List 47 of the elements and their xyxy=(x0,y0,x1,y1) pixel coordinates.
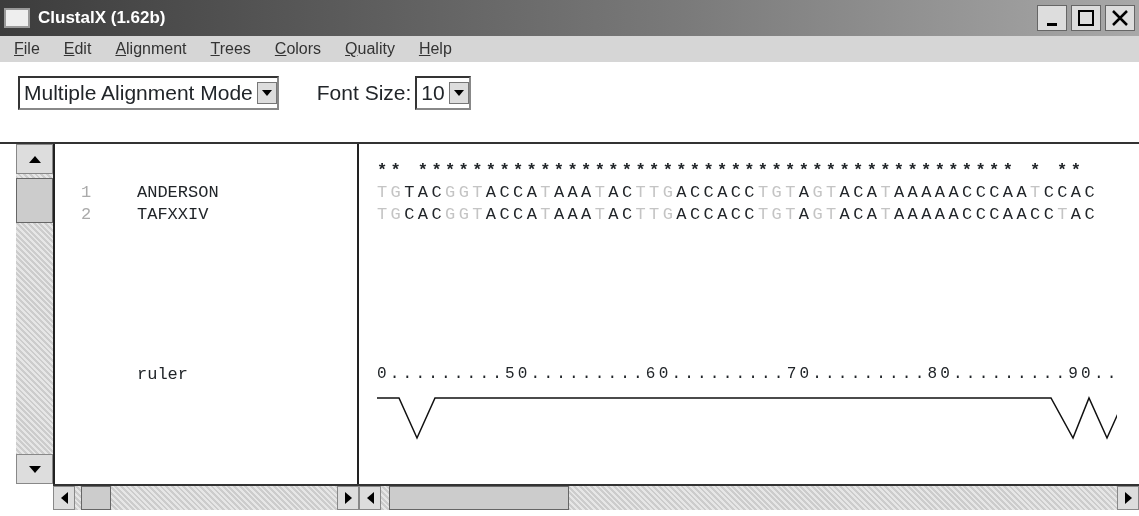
vertical-scrollbar[interactable] xyxy=(16,144,53,484)
left-arrow-icon xyxy=(366,492,374,504)
window-title: ClustalX (1.62b) xyxy=(38,7,166,30)
maximize-button[interactable] xyxy=(1071,5,1101,31)
up-arrow-icon xyxy=(28,155,41,163)
row-number: 2 xyxy=(80,204,93,224)
row-number: 1 xyxy=(80,182,93,202)
scroll-left-button[interactable] xyxy=(359,486,381,510)
scroll-thumb[interactable] xyxy=(81,486,111,510)
sequence-name: TAFXXIV xyxy=(137,204,209,224)
minimize-icon xyxy=(1047,22,1057,26)
right-arrow-icon xyxy=(344,492,352,504)
menu-item[interactable]: Trees xyxy=(210,37,251,61)
right-arrow-icon xyxy=(1124,492,1132,504)
scroll-left-button[interactable] xyxy=(53,486,75,510)
sequence-name: ANDERSON xyxy=(137,182,219,202)
menu-item[interactable]: Quality xyxy=(345,37,395,61)
menu-item[interactable]: Alignment xyxy=(115,37,187,61)
scroll-up-button[interactable] xyxy=(16,144,53,174)
menu-item[interactable]: Colors xyxy=(274,37,322,61)
window-icon xyxy=(4,8,30,28)
caret-icon xyxy=(261,90,272,96)
menu-item[interactable]: File xyxy=(14,37,40,61)
scroll-thumb[interactable] xyxy=(16,178,53,223)
down-arrow-icon xyxy=(28,465,41,473)
scroll-right-button[interactable] xyxy=(337,486,359,510)
horizontal-scrollbar[interactable] xyxy=(53,484,359,510)
minimize-button[interactable] xyxy=(1037,5,1067,31)
left-arrow-icon xyxy=(60,492,68,504)
font-size-dropdown[interactable]: 10 xyxy=(415,76,471,110)
consensus-line: ** ******************************************** * ** xyxy=(377,160,1086,180)
maximize-icon xyxy=(1078,10,1094,26)
close-icon xyxy=(1112,10,1128,26)
menu-item[interactable]: Help xyxy=(418,37,452,61)
ruler-scale: 0.........50.........60.........70.........80.........90.. xyxy=(377,364,1121,385)
sequence-row-text: TG CAC GGT ACCA T AAA TAC TTG ACCACC TGT A GTACA T AAAAACCCAACC T AC xyxy=(377,204,1100,224)
font-size-label: Font Size: xyxy=(316,80,412,107)
scroll-right-button[interactable] xyxy=(1117,486,1139,510)
ruler-label: ruler xyxy=(137,364,188,386)
menu-item[interactable]: Edit xyxy=(63,37,92,61)
caret-icon xyxy=(453,90,464,96)
scroll-down-button[interactable] xyxy=(16,454,53,484)
close-button[interactable] xyxy=(1105,5,1135,31)
horizontal-scrollbar[interactable] xyxy=(359,484,1139,510)
sequence-row-text: TG TAC GGT ACCA T AAA TAC TTG ACCACC TGT A GTACA T AAAAACCCAAT CCAC xyxy=(377,182,1100,202)
scroll-thumb[interactable] xyxy=(389,486,569,510)
mode-dropdown[interactable]: Multiple Alignment Mode xyxy=(18,76,279,110)
